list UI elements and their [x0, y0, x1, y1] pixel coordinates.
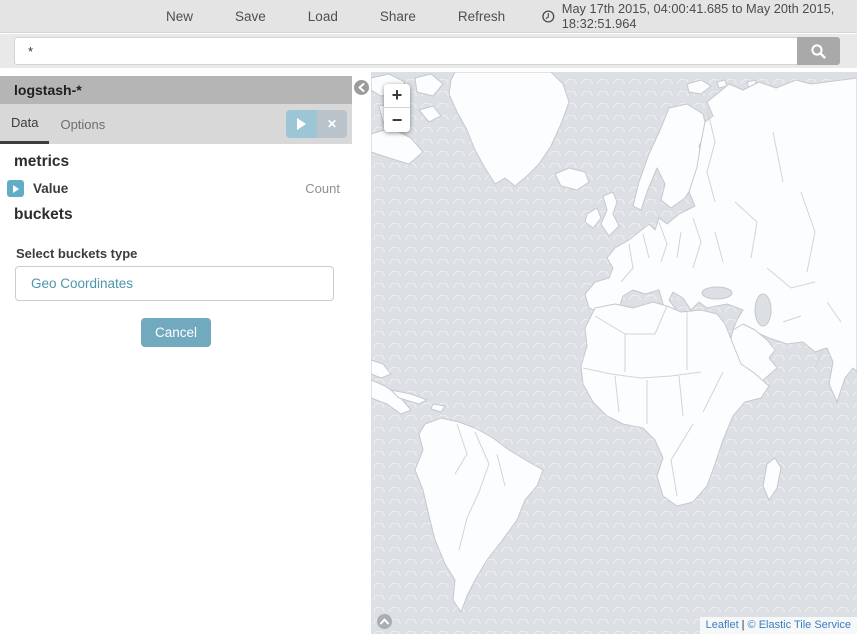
discard-changes-button[interactable]: ✕	[317, 110, 347, 138]
metric-agg-type: Count	[305, 181, 340, 196]
search-button[interactable]	[797, 37, 840, 65]
nav-item-load[interactable]: Load	[287, 9, 359, 24]
tile-service-link[interactable]: © Elastic Tile Service	[748, 619, 851, 631]
clock-icon	[542, 9, 555, 24]
nav-item-save[interactable]: Save	[214, 9, 287, 24]
query-bar	[0, 34, 857, 68]
zoom-out-button[interactable]: −	[384, 108, 410, 132]
spy-panel-toggle[interactable]	[377, 614, 392, 629]
top-navbar: New Save Load Share Refresh May 17th 201…	[0, 0, 857, 33]
chevron-right-icon	[13, 185, 19, 193]
bucket-option-geo-coordinates[interactable]: Geo Coordinates	[31, 276, 133, 291]
tab-options[interactable]: Options	[49, 104, 116, 144]
search-icon	[810, 43, 827, 60]
map-zoom-control: + −	[384, 84, 410, 132]
metrics-heading: metrics	[14, 153, 352, 171]
world-map	[371, 72, 857, 634]
collapse-sidebar-button[interactable]	[354, 80, 369, 95]
navbar-menu: New Save Load Share Refresh	[145, 9, 526, 24]
apply-changes-button[interactable]	[286, 110, 317, 138]
cancel-button[interactable]: Cancel	[141, 318, 211, 347]
zoom-in-button[interactable]: +	[384, 84, 410, 108]
attribution-separator: |	[739, 619, 748, 631]
buckets-heading: buckets	[14, 206, 352, 224]
kibana-visualize-app: New Save Load Share Refresh May 17th 201…	[0, 0, 857, 634]
vis-editor-sidebar: logstash-* Data Options ✕ metrics Value …	[0, 68, 352, 634]
index-pattern-name: logstash-*	[14, 82, 82, 98]
cancel-wrap: Cancel	[0, 318, 352, 347]
editor-actions: ✕	[286, 110, 347, 138]
nav-item-share[interactable]: Share	[359, 9, 437, 24]
bucket-type-list: Geo Coordinates	[15, 266, 334, 301]
nav-item-new[interactable]: New	[145, 9, 214, 24]
select-buckets-type-label: Select buckets type	[16, 246, 352, 261]
map-attribution: Leaflet|© Elastic Tile Service	[700, 617, 857, 634]
play-icon	[297, 118, 306, 130]
metric-row-value: Value Count	[7, 180, 340, 197]
time-range-text: May 17th 2015, 04:00:41.685 to May 20th …	[562, 1, 857, 31]
index-pattern-header: logstash-*	[0, 76, 352, 104]
tile-map-visualization[interactable]: + − Leaflet|© Elastic Tile Service	[371, 72, 857, 634]
search-input[interactable]	[14, 37, 797, 65]
timepicker[interactable]: May 17th 2015, 04:00:41.685 to May 20th …	[542, 1, 857, 31]
chevron-up-icon	[380, 618, 389, 625]
close-icon: ✕	[327, 117, 337, 131]
nav-item-refresh[interactable]: Refresh	[437, 9, 526, 24]
tab-data[interactable]: Data	[0, 104, 49, 144]
expand-metric-button[interactable]	[7, 180, 24, 197]
editor-tabs: Data Options ✕	[0, 104, 352, 144]
metric-label[interactable]: Value	[33, 181, 305, 196]
leaflet-link[interactable]: Leaflet	[706, 619, 739, 631]
chevron-left-icon	[358, 83, 365, 92]
